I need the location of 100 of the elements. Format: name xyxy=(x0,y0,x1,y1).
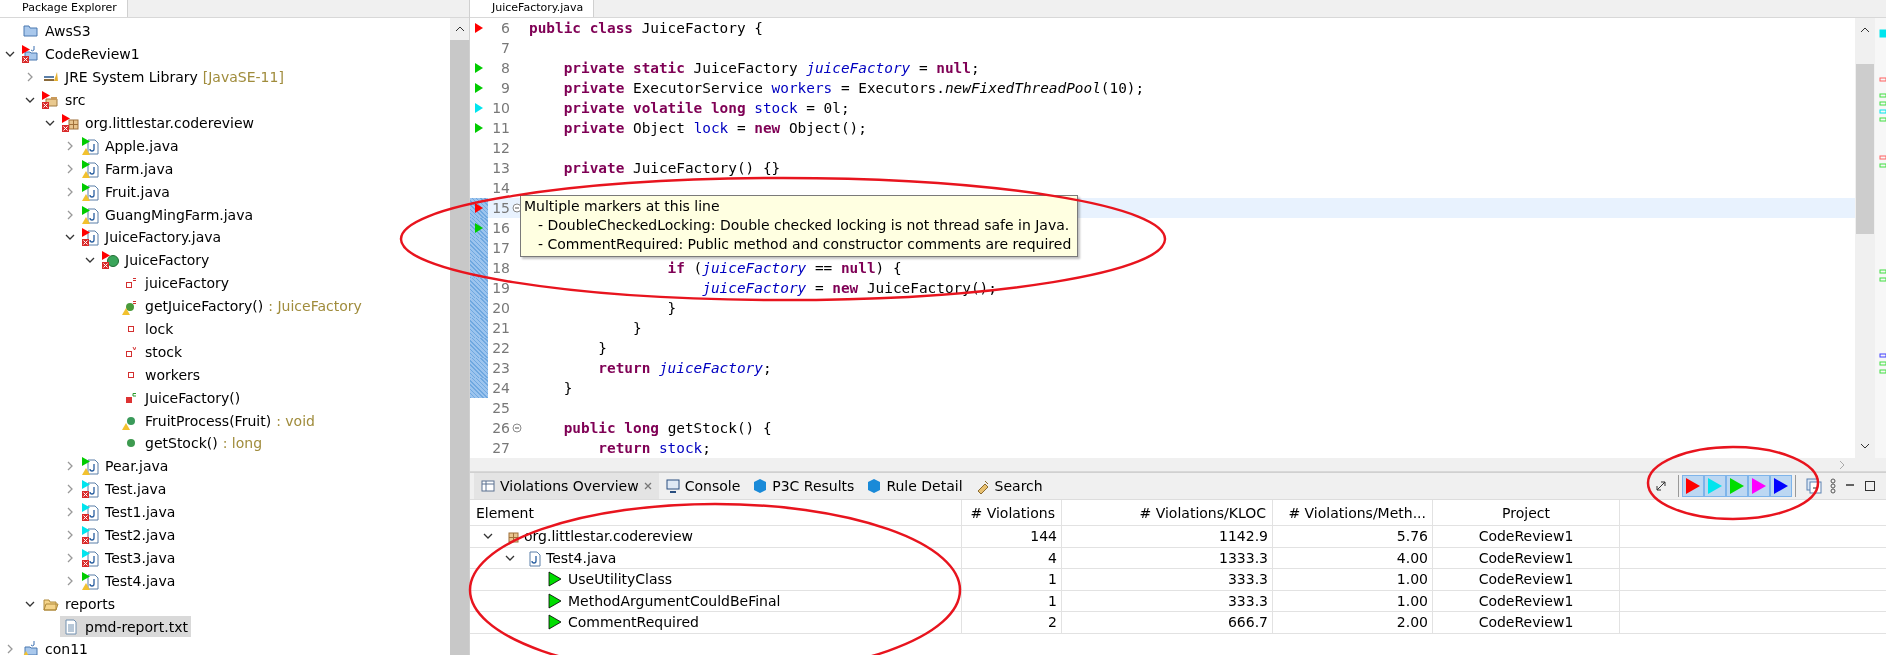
column-header[interactable]: # Violations/Meth... xyxy=(1273,500,1433,526)
tree-row[interactable]: Test4.java xyxy=(470,547,962,569)
line-number: 11 xyxy=(491,120,510,136)
collapse-icon[interactable] xyxy=(511,423,522,433)
line-number: 18 xyxy=(491,260,510,276)
tree-item[interactable]: Pear.java xyxy=(80,455,172,477)
tree-item[interactable]: Apple.java xyxy=(80,135,182,157)
table-cell: 1.00 xyxy=(1273,569,1433,591)
tree-row[interactable]: CommentRequired xyxy=(470,612,962,634)
tree-item[interactable]: con11 xyxy=(20,639,91,655)
table-cell: CodeReview1 xyxy=(1433,590,1620,612)
column-header[interactable]: Element xyxy=(470,500,962,526)
code-line: } xyxy=(666,300,677,316)
tree-item[interactable]: Test1.java xyxy=(80,501,179,523)
view-tab[interactable]: Console xyxy=(658,473,747,499)
maximize-icon[interactable] xyxy=(1862,480,1878,492)
tree-item[interactable]: workers xyxy=(120,364,204,386)
cube-icon xyxy=(752,478,769,494)
table-cell: MethodArgumentCouldBeFinal xyxy=(568,592,781,609)
table-cell: CodeReview1 xyxy=(1433,526,1620,548)
table-cell: CodeReview1 xyxy=(1433,569,1620,591)
collapse-icon[interactable] xyxy=(511,203,522,213)
tree-row[interactable]: org.littlestar.codereview xyxy=(470,526,962,548)
editor-tab[interactable]: JuiceFactory.java xyxy=(470,0,595,17)
line-number: 26 xyxy=(491,420,510,436)
table-cell: 1 xyxy=(962,590,1062,612)
table-cell: 2.00 xyxy=(1273,612,1433,634)
code-line: return stock; xyxy=(597,440,711,456)
line-number: 21 xyxy=(491,320,510,336)
table-cell: CodeReview1 xyxy=(1433,547,1620,569)
tree-item[interactable]: Test2.java xyxy=(80,524,179,546)
line-number: 22 xyxy=(491,340,510,356)
chevron-down-icon[interactable] xyxy=(1860,442,1870,450)
folder-icon xyxy=(22,45,40,64)
tree-item[interactable]: src xyxy=(40,89,89,111)
table-cell: 1142.9 xyxy=(1062,526,1273,548)
column-header[interactable]: Project xyxy=(1433,500,1620,526)
tree-item[interactable]: AwsS3 xyxy=(20,20,94,42)
close-icon[interactable] xyxy=(642,481,653,491)
code-line: juiceFactory = new JuiceFactory(); xyxy=(701,280,997,296)
tree-item[interactable]: JuiceFactory xyxy=(100,249,213,271)
line-number: 27 xyxy=(491,440,510,456)
square-icon xyxy=(126,392,136,403)
line-number: 13 xyxy=(491,160,510,176)
line-number: 12 xyxy=(491,140,510,156)
cube-icon xyxy=(866,478,883,494)
code-line: if (juiceFactory == null) { xyxy=(666,260,902,276)
table-cell: 2 xyxy=(962,612,1062,634)
column-header[interactable]: # Violations xyxy=(962,500,1062,526)
chevron-right-icon[interactable] xyxy=(1838,459,1846,470)
tree-item[interactable]: reports xyxy=(40,593,119,615)
tree-item[interactable]: GuangMingFarm.java xyxy=(80,204,257,226)
tree-item[interactable]: JRE System Library [JavaSE-11] xyxy=(40,66,287,88)
tree-row[interactable]: UseUtilityClass xyxy=(470,569,962,591)
view-tab[interactable]: Package Explorer xyxy=(0,0,128,17)
tree-item[interactable]: juiceFactory xyxy=(120,272,233,294)
tree-item[interactable]: pmd-report.txt xyxy=(60,616,191,638)
tree-item[interactable]: Test4.java xyxy=(80,570,179,592)
collapse-all-icon[interactable] xyxy=(1804,478,1824,494)
tree-item[interactable]: org.littlestar.codereview xyxy=(60,112,258,134)
tree-item[interactable]: JuiceFactory.java xyxy=(80,226,225,248)
view-tab[interactable]: Rule Detail xyxy=(860,473,969,499)
tree-item[interactable]: FruitProcess(Fruit) : void xyxy=(120,410,318,432)
more-icon[interactable] xyxy=(1828,478,1838,494)
line-number: 20 xyxy=(491,300,510,316)
tree-item[interactable]: Test.java xyxy=(80,478,170,500)
monitor-icon xyxy=(664,478,681,494)
folder-icon xyxy=(22,640,40,655)
table-cell: CodeReview1 xyxy=(1433,612,1620,634)
column-header[interactable]: # Violations/KLOC xyxy=(1062,500,1273,526)
tree-item[interactable]: CodeReview1 xyxy=(20,43,143,65)
chevron-up-icon[interactable] xyxy=(454,25,465,33)
scrollbar[interactable] xyxy=(450,18,469,655)
triangle-icon xyxy=(546,613,564,632)
scrollbar[interactable] xyxy=(470,458,1886,472)
tree-item[interactable]: JuiceFactory() xyxy=(120,387,244,409)
scrollbar[interactable] xyxy=(1855,18,1875,458)
tree-item[interactable]: Farm.java xyxy=(80,158,177,180)
table-cell: 4 xyxy=(962,547,1062,569)
tooltip-title: Multiple markers at this line xyxy=(524,197,721,216)
chevron-up-icon[interactable] xyxy=(1860,26,1870,34)
dot-icon xyxy=(127,439,135,448)
code-line: } xyxy=(597,340,607,356)
code-line: private JuiceFactory() {} xyxy=(562,160,781,176)
tree-item[interactable]: getJuiceFactory() : JuiceFactory xyxy=(120,295,365,317)
triangle-icon xyxy=(546,570,564,589)
tree-item[interactable]: stock xyxy=(120,341,186,363)
tree-item[interactable]: getStock() : long xyxy=(120,432,266,454)
tree-item[interactable]: Test3.java xyxy=(80,547,179,569)
view-tab[interactable]: Search xyxy=(968,473,1049,499)
table-cell: 4.00 xyxy=(1273,547,1433,569)
table-cell: 1.00 xyxy=(1273,590,1433,612)
view-tab[interactable]: P3C Results xyxy=(746,473,861,499)
line-number: 8 xyxy=(500,60,510,76)
tree-item[interactable]: lock xyxy=(120,318,177,340)
tree-row[interactable]: MethodArgumentCouldBeFinal xyxy=(470,590,962,612)
scroll-thumb[interactable] xyxy=(1856,64,1874,234)
table-icon xyxy=(480,478,496,494)
tree-item[interactable]: Fruit.java xyxy=(80,181,173,203)
view-tab[interactable]: Violations Overview xyxy=(474,473,659,499)
